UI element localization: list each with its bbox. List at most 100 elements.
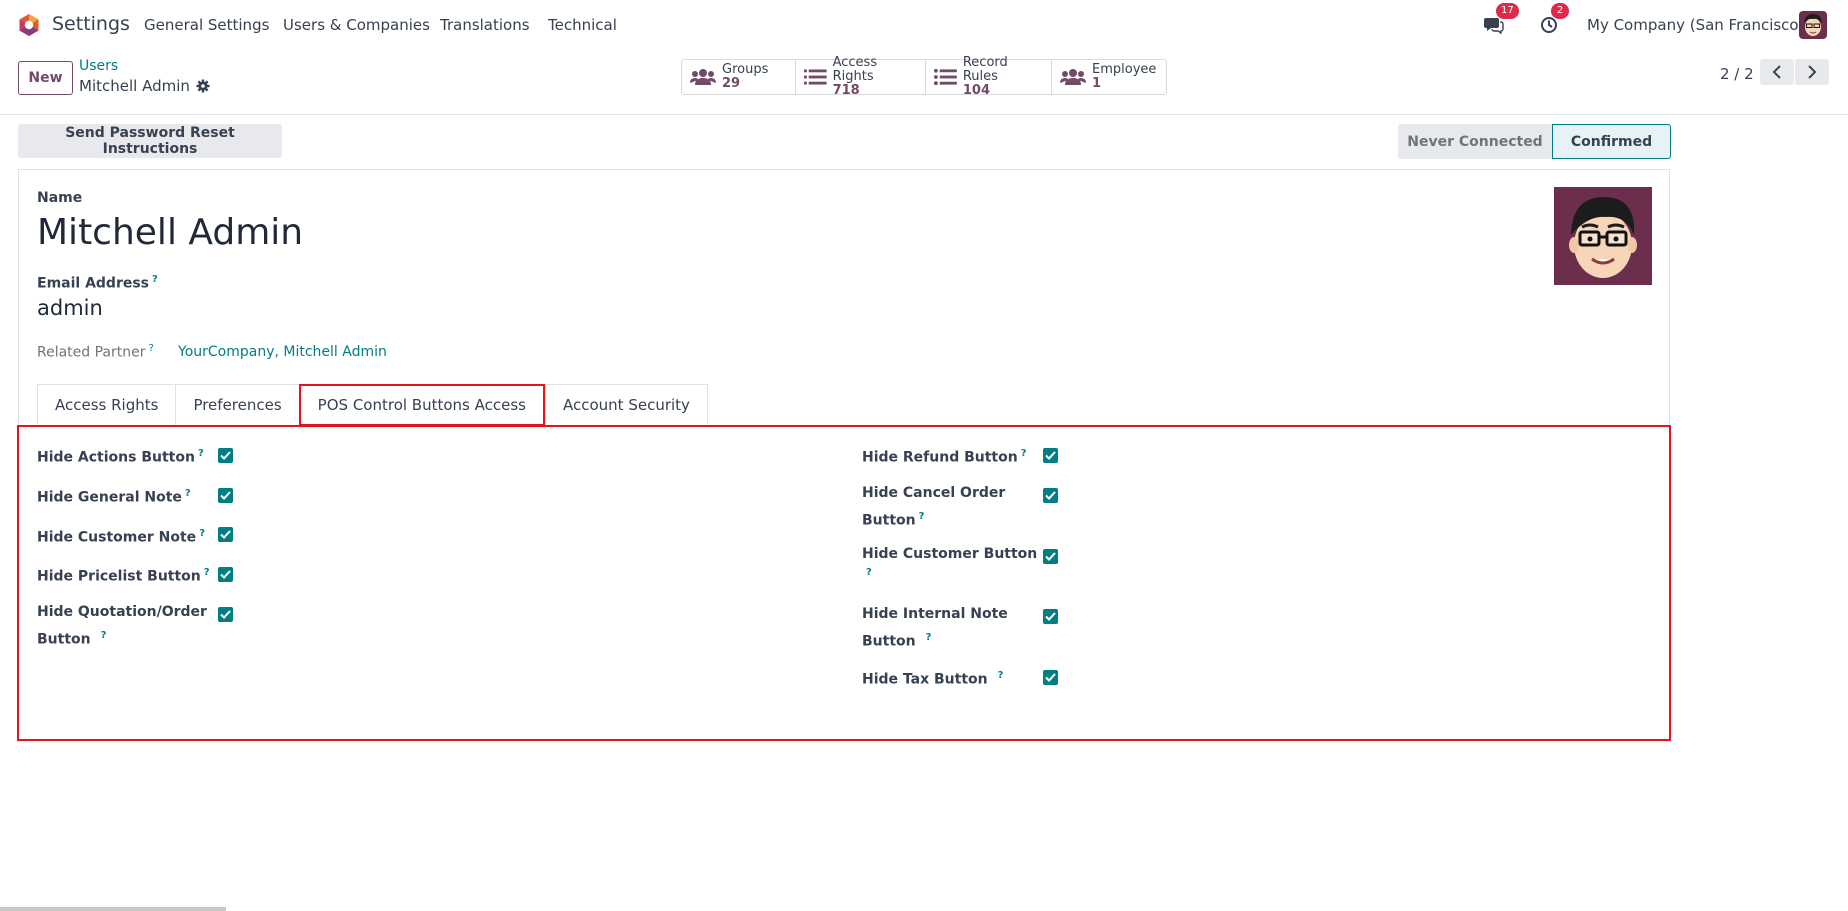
- help-tooltip[interactable]: ?: [152, 274, 158, 285]
- hide-general-note-text: Hide General Note: [37, 489, 182, 506]
- hide-general-note-checkbox[interactable]: [218, 488, 233, 503]
- top-navbar: Settings General Settings Users & Compan…: [0, 0, 1848, 50]
- activities-badge: 2: [1551, 3, 1569, 19]
- clock-icon[interactable]: 2: [1537, 3, 1569, 37]
- pager-previous-button[interactable]: [1760, 59, 1794, 85]
- help-tooltip[interactable]: ?: [1021, 448, 1027, 459]
- help-tooltip[interactable]: ?: [198, 448, 204, 459]
- breadcrumb-users[interactable]: Users: [79, 58, 118, 74]
- user-photo[interactable]: [1554, 187, 1652, 285]
- pager-next-button[interactable]: [1795, 59, 1829, 85]
- company-switcher[interactable]: My Company (San Francisco): [1587, 16, 1804, 34]
- tab-access-rights[interactable]: Access Rights: [37, 384, 176, 426]
- help-tooltip[interactable]: ?: [926, 632, 932, 643]
- checkmark-icon: [220, 530, 231, 539]
- hide-tax-button-checkbox[interactable]: [1043, 670, 1058, 685]
- email-label-text: Email Address: [37, 275, 150, 292]
- hide-customer-button-label: Hide Customer Button ?: [862, 543, 1037, 584]
- email-field[interactable]: admin: [37, 296, 103, 320]
- tab-pos-control-buttons-access[interactable]: POS Control Buttons Access: [298, 384, 545, 426]
- access-rights-label: Access Rights: [832, 55, 878, 84]
- user-avatar[interactable]: [1799, 11, 1827, 39]
- name-label: Name: [37, 190, 83, 206]
- hide-refund-button-label: Hide Refund Button?: [862, 442, 1027, 470]
- help-tooltip[interactable]: ?: [919, 511, 925, 522]
- record-rules-label: Record Rules: [962, 55, 1008, 84]
- hide-actions-button-label: Hide Actions Button?: [37, 442, 204, 470]
- checkmark-icon: [220, 491, 231, 500]
- help-tooltip[interactable]: ?: [998, 670, 1004, 681]
- tab-account-security[interactable]: Account Security: [544, 384, 708, 426]
- help-tooltip[interactable]: ?: [185, 488, 191, 499]
- menu-translations[interactable]: Translations: [440, 16, 530, 34]
- hide-tax-button-label: Hide Tax Button?: [862, 664, 1003, 692]
- help-tooltip[interactable]: ?: [204, 567, 210, 578]
- hide-quotation-order-text-1: Hide Quotation/Order: [37, 604, 207, 620]
- checkmark-icon: [1045, 451, 1056, 460]
- hide-pricelist-button-text: Hide Pricelist Button: [37, 568, 201, 585]
- horizontal-scrollbar[interactable]: [0, 907, 226, 911]
- help-tooltip[interactable]: ?: [149, 343, 154, 354]
- send-password-reset-button[interactable]: Send Password Reset Instructions: [18, 124, 282, 158]
- menu-users-companies[interactable]: Users & Companies: [283, 16, 430, 34]
- chevron-right-icon: [1808, 65, 1817, 79]
- name-field[interactable]: Mitchell Admin: [37, 212, 303, 253]
- checkmark-icon: [220, 451, 231, 460]
- hide-quotation-order-button-checkbox[interactable]: [218, 607, 233, 622]
- chat-icon[interactable]: 17: [1482, 3, 1519, 37]
- access-rights-smart-button[interactable]: Access Rights 718: [796, 56, 926, 98]
- hide-cancel-order-text-1: Hide Cancel Order: [862, 485, 1006, 501]
- hide-quotation-order-button-label: Hide Quotation/Order Button?: [37, 601, 207, 652]
- odoo-logo-icon[interactable]: [17, 13, 41, 37]
- help-tooltip[interactable]: ?: [199, 528, 205, 539]
- hide-refund-button-checkbox[interactable]: [1043, 448, 1058, 463]
- gear-icon[interactable]: [196, 79, 210, 93]
- employee-smart-button[interactable]: Employee 1: [1052, 60, 1166, 94]
- hide-internal-note-button-checkbox[interactable]: [1043, 609, 1058, 624]
- employee-count: 1: [1092, 76, 1102, 91]
- record-rules-count: 104: [962, 83, 990, 98]
- new-button[interactable]: New: [18, 61, 73, 95]
- access-rights-count: 718: [832, 83, 860, 98]
- help-tooltip[interactable]: ?: [101, 630, 107, 641]
- pos-control-buttons-panel: Hide Actions Button? Hide General Note? …: [17, 425, 1671, 741]
- checkmark-icon: [1045, 673, 1056, 682]
- related-partner-label-text: Related Partner: [37, 344, 146, 361]
- hide-tax-button-text: Hide Tax Button: [862, 671, 988, 688]
- users-icon: [1060, 69, 1086, 85]
- smart-buttons: Groups 29 Access Rights 718 Record Rules…: [681, 56, 1167, 98]
- stage-never-connected[interactable]: Never Connected: [1398, 124, 1552, 159]
- hide-customer-button-checkbox[interactable]: [1043, 549, 1058, 564]
- groups-smart-button[interactable]: Groups 29: [682, 60, 796, 94]
- checkmark-icon: [1045, 491, 1056, 500]
- hide-actions-button-checkbox[interactable]: [218, 448, 233, 463]
- related-partner-link[interactable]: YourCompany, Mitchell Admin: [178, 344, 387, 360]
- menu-technical[interactable]: Technical: [548, 16, 617, 34]
- hide-refund-button-text: Hide Refund Button: [862, 449, 1018, 466]
- hide-customer-button-text: Hide Customer Button: [862, 546, 1038, 562]
- hide-cancel-order-button-checkbox[interactable]: [1043, 488, 1058, 503]
- notebook-tabs: Access Rights Preferences POS Control Bu…: [37, 384, 708, 426]
- list-icon: [934, 68, 957, 86]
- checkmark-icon: [220, 570, 231, 579]
- hide-cancel-order-button-label: Hide Cancel Order Button?: [862, 482, 1005, 533]
- hide-customer-note-checkbox[interactable]: [218, 527, 233, 542]
- tab-preferences[interactable]: Preferences: [175, 384, 299, 426]
- pager-value[interactable]: 2 / 2: [1720, 65, 1754, 83]
- chevron-left-icon: [1772, 65, 1781, 79]
- app-title[interactable]: Settings: [52, 13, 130, 35]
- messaging-menu[interactable]: 17: [1482, 0, 1519, 50]
- control-panel: New Users Mitchell Admin Groups 29 Acces…: [0, 55, 1848, 115]
- hide-cancel-order-text-2: Button: [862, 512, 916, 529]
- stage-confirmed[interactable]: Confirmed: [1552, 124, 1671, 159]
- list-icon: [804, 69, 827, 85]
- hide-general-note-label: Hide General Note?: [37, 482, 191, 510]
- menu-general-settings[interactable]: General Settings: [144, 16, 269, 34]
- hide-customer-note-text: Hide Customer Note: [37, 529, 197, 546]
- hide-pricelist-button-checkbox[interactable]: [218, 567, 233, 582]
- activity-menu[interactable]: 2: [1537, 0, 1569, 50]
- messages-badge: 17: [1496, 3, 1519, 19]
- record-rules-smart-button[interactable]: Record Rules 104: [926, 56, 1052, 98]
- checkmark-icon: [1045, 552, 1056, 561]
- help-tooltip[interactable]: ?: [866, 567, 872, 578]
